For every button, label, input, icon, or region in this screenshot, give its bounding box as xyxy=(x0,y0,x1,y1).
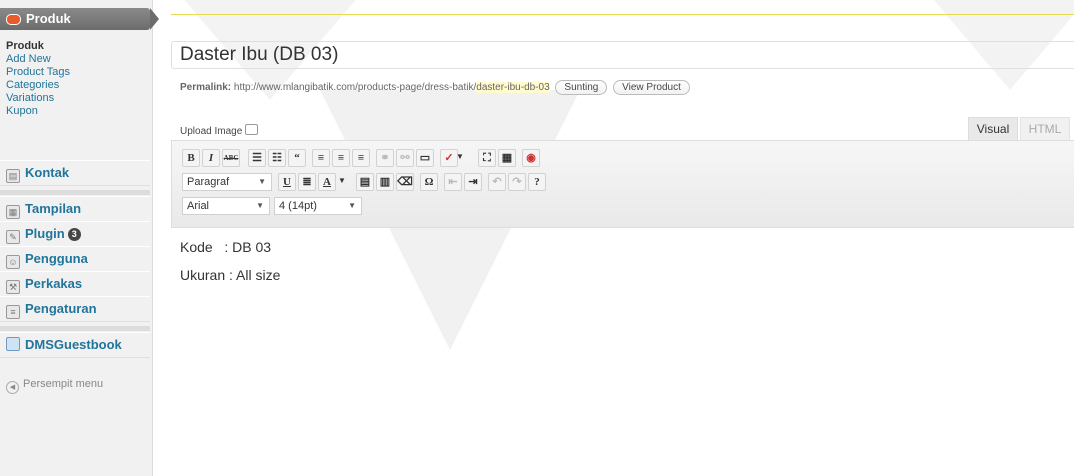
upload-image-link[interactable]: Upload Image xyxy=(180,124,259,137)
chevron-down-icon: ▼ xyxy=(258,177,266,186)
tools-icon: ⚒ xyxy=(6,280,20,294)
numbered-list-button[interactable]: ☷ xyxy=(268,149,286,167)
product-icon xyxy=(6,14,21,26)
paste-word-button[interactable]: ▥ xyxy=(376,173,394,191)
menu-pengguna[interactable]: ☺ Pengguna xyxy=(0,246,150,272)
bold-button[interactable]: B xyxy=(182,149,200,167)
camera-icon xyxy=(245,124,259,135)
format-select[interactable]: Paragraf ▼ xyxy=(182,173,272,191)
tab-html[interactable]: HTML xyxy=(1020,117,1070,140)
kitchen-sink-button[interactable]: ▦ xyxy=(498,149,516,167)
strikethrough-button[interactable]: ABC xyxy=(222,149,240,167)
text-color-button[interactable]: A xyxy=(318,173,336,191)
menu-pengaturan[interactable]: ≡ Pengaturan xyxy=(0,296,150,322)
undo-button[interactable]: ↶ xyxy=(488,173,506,191)
notice-border xyxy=(171,14,1074,15)
menu-tampilan[interactable]: ▦ Tampilan xyxy=(0,196,150,222)
edit-permalink-button[interactable]: Sunting xyxy=(555,80,608,95)
update-count-badge: 3 xyxy=(67,228,81,241)
font-family-select[interactable]: Arial ▼ xyxy=(182,197,270,215)
outdent-button[interactable]: ⇤ xyxy=(444,173,462,191)
font-size-select[interactable]: 4 (14pt) ▼ xyxy=(274,197,362,215)
fullscreen-button[interactable]: ⛶ xyxy=(478,149,496,167)
menu-separator xyxy=(0,326,150,331)
paste-text-button[interactable]: ▤ xyxy=(356,173,374,191)
content-line-ukuran: Ukuran : All size xyxy=(180,267,281,283)
bullet-list-button[interactable]: ☰ xyxy=(248,149,266,167)
submenu-produk[interactable]: Produk xyxy=(0,40,150,53)
special-character-button[interactable]: Ω xyxy=(420,173,438,191)
spellcheck-dropdown-icon[interactable]: ▼ xyxy=(454,149,466,167)
blockquote-button[interactable]: “ xyxy=(288,149,306,167)
appearance-icon: ▦ xyxy=(6,205,20,219)
submenu-categories[interactable]: Categories xyxy=(0,79,150,92)
menu-plugin[interactable]: ✎ Plugin 3 xyxy=(0,221,150,247)
justify-button[interactable]: ≣ xyxy=(298,173,316,191)
guestbook-icon xyxy=(6,337,20,351)
view-product-button[interactable]: View Product xyxy=(613,80,690,95)
editor-toolbar: B I ABC ☰ ☷ “ ≡ ≡ ≡ ⚭ ⚯ ▭ ✓ ▼ ⛶ ▦ ◉ Para… xyxy=(171,140,1074,228)
chevron-down-icon: ▼ xyxy=(256,201,264,210)
underline-button[interactable]: U xyxy=(278,173,296,191)
settings-icon: ≡ xyxy=(6,305,20,319)
permalink-base: http://www.mlangibatik.com/products-page… xyxy=(233,82,477,93)
text-color-dropdown-icon[interactable]: ▼ xyxy=(336,173,348,191)
permalink-bar: Permalink: http://www.mlangibatik.com/pr… xyxy=(180,80,690,95)
submenu-product-tags[interactable]: Product Tags xyxy=(0,66,150,79)
tab-visual[interactable]: Visual xyxy=(968,117,1018,140)
menu-separator xyxy=(0,190,150,195)
unlink-icon[interactable]: ⚯ xyxy=(396,149,414,167)
submenu-add-new[interactable]: Add New xyxy=(0,53,150,66)
menu-dmsguestbook[interactable]: DMSGuestbook xyxy=(0,332,150,358)
indent-button[interactable]: ⇥ xyxy=(464,173,482,191)
permalink-label: Permalink: xyxy=(180,82,232,93)
produk-submenu: Produk Add New Product Tags Categories V… xyxy=(0,40,150,118)
permalink-slug[interactable]: daster-ibu-db-03 xyxy=(476,82,550,93)
collapse-arrow-icon: ◀ xyxy=(6,381,19,394)
clear-formatting-button[interactable]: ⌫ xyxy=(396,173,414,191)
editor-content-area[interactable]: Kode : DB 03 Ukuran : All size xyxy=(180,239,280,295)
submenu-kupon[interactable]: Kupon xyxy=(0,105,150,118)
redo-button[interactable]: ↷ xyxy=(508,173,526,191)
help-button[interactable]: ? xyxy=(528,173,546,191)
content-line-kode: Kode : DB 03 xyxy=(180,239,272,255)
align-center-button[interactable]: ≡ xyxy=(332,149,350,167)
contact-form-icon: ▤ xyxy=(6,169,20,183)
align-left-button[interactable]: ≡ xyxy=(312,149,330,167)
menu-kontak[interactable]: ▤ Kontak xyxy=(0,160,150,186)
menu-produk[interactable]: Produk xyxy=(0,8,159,30)
users-icon: ☺ xyxy=(6,255,20,269)
italic-button[interactable]: I xyxy=(202,149,220,167)
insert-media-button[interactable]: ◉ xyxy=(522,149,540,167)
insert-link-icon[interactable]: ⚭ xyxy=(376,149,394,167)
post-title-input[interactable]: Daster Ibu (DB 03) xyxy=(171,41,1074,69)
collapse-menu-button[interactable]: ◀ Persempit menu xyxy=(6,377,103,394)
chevron-down-icon: ▼ xyxy=(348,201,356,210)
admin-sidebar: Produk Produk Add New Product Tags Categ… xyxy=(0,0,159,476)
plugin-icon: ✎ xyxy=(6,230,20,244)
more-tag-button[interactable]: ▭ xyxy=(416,149,434,167)
align-right-button[interactable]: ≡ xyxy=(352,149,370,167)
submenu-variations[interactable]: Variations xyxy=(0,92,150,105)
menu-perkakas[interactable]: ⚒ Perkakas xyxy=(0,271,150,297)
